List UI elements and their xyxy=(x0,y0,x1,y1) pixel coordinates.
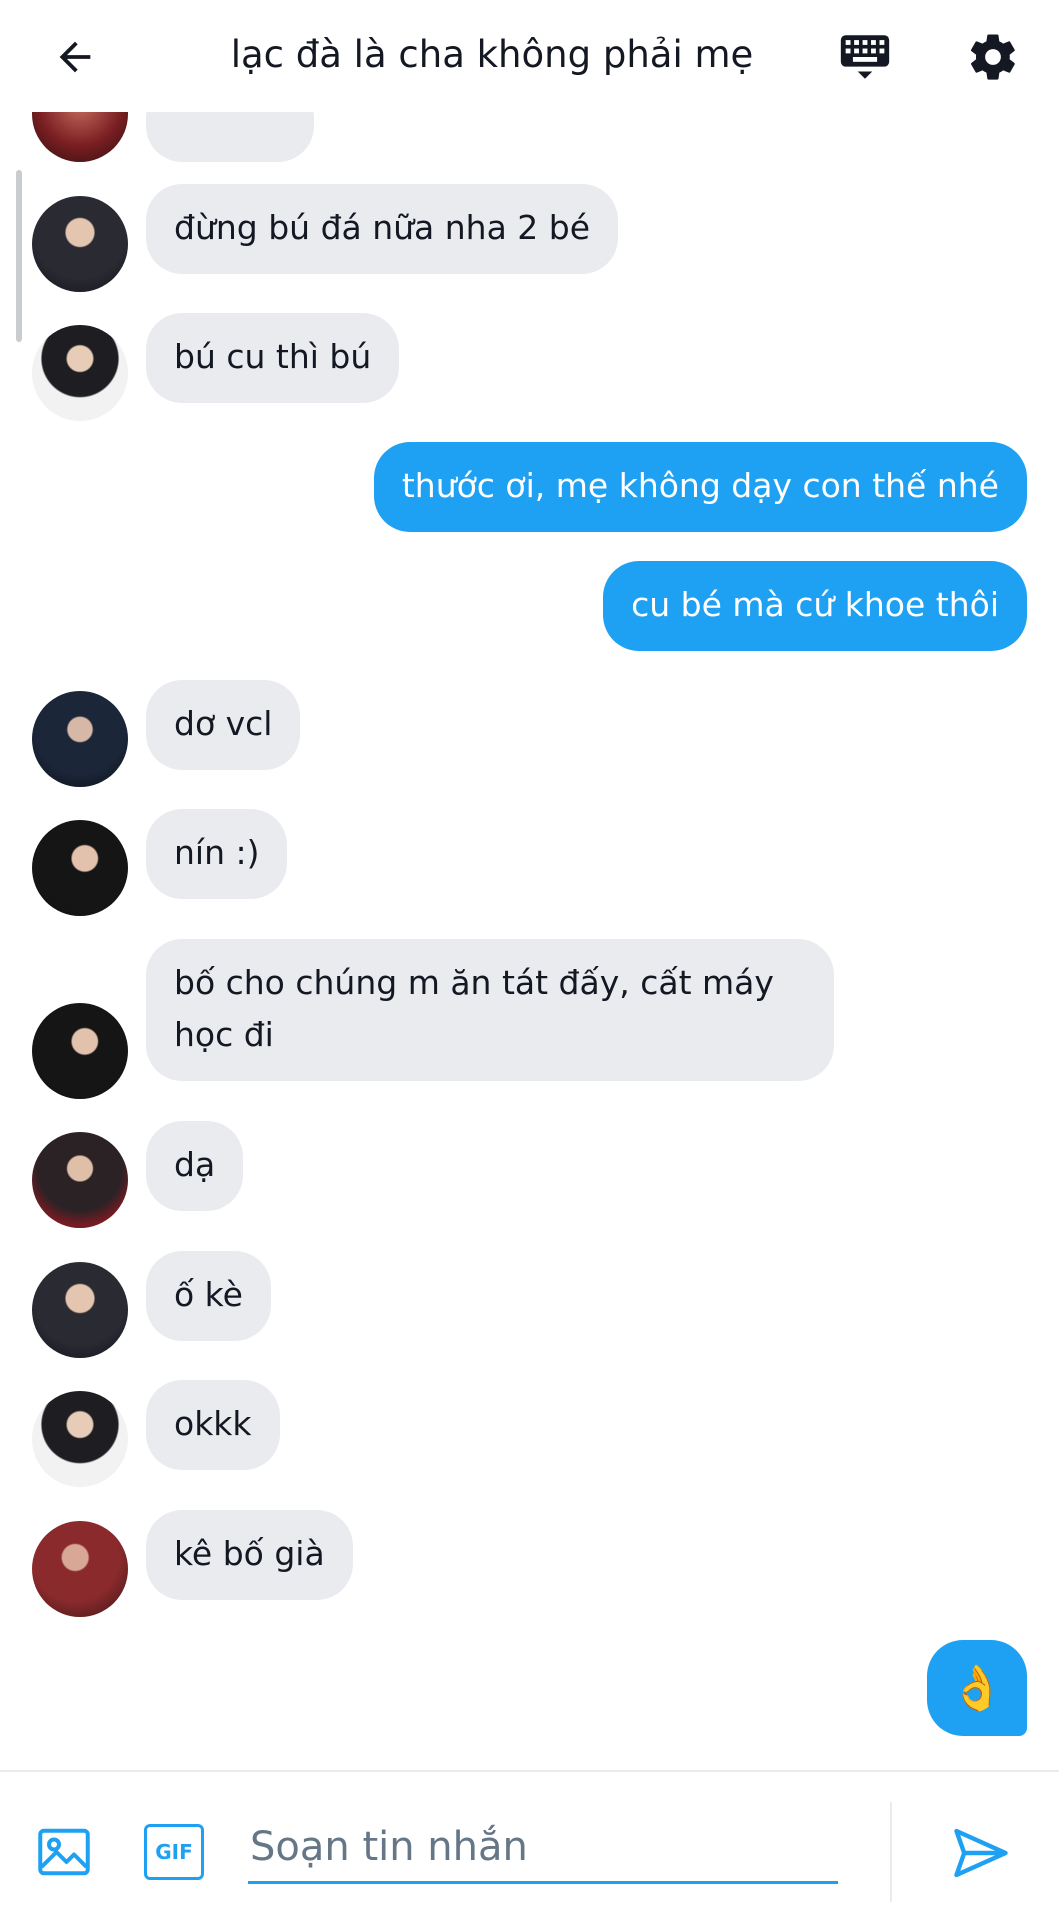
avatar[interactable] xyxy=(32,1521,128,1617)
message-bubble: bố cho chúng m ăn tát đấy, cất máy học đ… xyxy=(146,939,834,1081)
send-icon xyxy=(954,1828,1008,1878)
avatar[interactable] xyxy=(32,1003,128,1099)
send-button[interactable] xyxy=(950,1822,1012,1884)
message-bubble-partial xyxy=(146,112,314,162)
message-bubble: dạ xyxy=(146,1121,244,1211)
scrollbar[interactable] xyxy=(16,170,22,342)
message-composer: GIF xyxy=(0,1770,1059,1922)
back-button[interactable] xyxy=(40,22,110,92)
message-bubble: okkk xyxy=(146,1380,280,1470)
message-bubble: kê bố già xyxy=(146,1510,353,1600)
avatar[interactable] xyxy=(32,196,128,292)
message-bubble-outgoing: cu bé mà cứ khoe thôi xyxy=(603,561,1027,651)
avatar[interactable] xyxy=(32,820,128,916)
avatar[interactable] xyxy=(32,112,128,162)
avatar[interactable] xyxy=(32,1391,128,1487)
gif-button[interactable]: GIF xyxy=(144,1824,204,1880)
gear-icon xyxy=(970,34,1015,80)
avatar[interactable] xyxy=(32,1132,128,1228)
message-list[interactable]: đừng bú đá nữa nha 2 bé bú cu thì bú thư… xyxy=(0,112,1059,1770)
message-bubble: đừng bú đá nữa nha 2 bé xyxy=(146,184,619,274)
add-image-button[interactable] xyxy=(34,1822,94,1882)
message-bubble: nín :) xyxy=(146,809,288,899)
message-bubble-outgoing: thước ơi, mẹ không dạy con thế nhé xyxy=(373,442,1027,532)
arrow-left-icon xyxy=(59,41,91,73)
avatar[interactable] xyxy=(32,1262,128,1358)
message-bubble: bú cu thì bú xyxy=(146,313,400,403)
avatar[interactable] xyxy=(32,691,128,787)
emoji-message-bubble: 👌 xyxy=(927,1640,1027,1736)
image-icon xyxy=(38,1828,90,1876)
message-input[interactable] xyxy=(248,1812,838,1884)
composer-divider xyxy=(890,1802,892,1902)
chat-header: lạc đà là cha không phải mẹ xyxy=(0,0,1059,112)
settings-button[interactable] xyxy=(958,22,1028,92)
keyboard-button[interactable] xyxy=(832,24,898,90)
conversation-title: lạc đà là cha không phải mẹ xyxy=(230,33,754,76)
message-bubble: ố kè xyxy=(146,1251,271,1341)
message-bubble: dơ vcl xyxy=(146,680,301,770)
keyboard-icon xyxy=(840,35,890,79)
avatar[interactable] xyxy=(32,325,128,421)
